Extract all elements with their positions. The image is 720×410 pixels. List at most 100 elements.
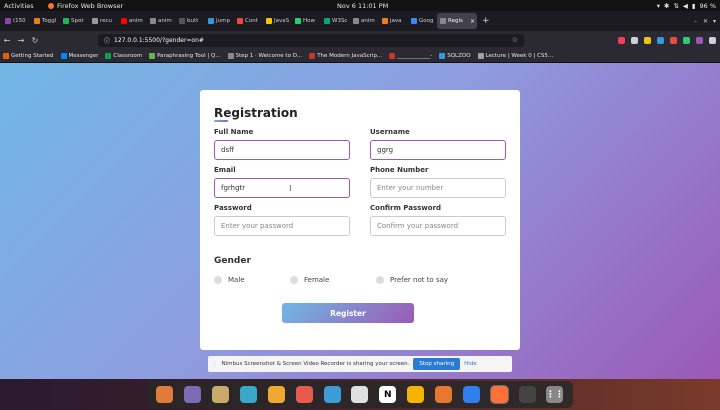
pocket-icon[interactable]: [618, 36, 625, 44]
phone-input[interactable]: Enter your number: [370, 178, 506, 198]
hide-button[interactable]: Hide: [464, 361, 477, 367]
bookmark-label: Paraphrasing Tool | Q...: [157, 52, 221, 59]
screenshot-app-icon[interactable]: [156, 386, 174, 403]
close-tab-icon[interactable]: ×: [470, 18, 475, 25]
bookmark-item[interactable]: ____________-: [389, 52, 432, 59]
firefox-icon: [48, 2, 54, 9]
full-name-input[interactable]: dsff: [214, 140, 350, 160]
chrome-icon[interactable]: [407, 386, 425, 403]
window-controls: – ✕: [694, 18, 708, 25]
browser-tab[interactable]: Toggl: [31, 13, 59, 29]
draw-icon[interactable]: [295, 386, 313, 403]
extension-icon-2[interactable]: [657, 36, 664, 44]
browser-tab[interactable]: Cont: [234, 13, 262, 29]
confirm-password-input[interactable]: Confirm your password: [370, 216, 506, 236]
back-icon[interactable]: ←: [0, 36, 14, 45]
browser-tab[interactable]: anim: [350, 13, 378, 29]
password-input[interactable]: Enter your password: [214, 216, 350, 236]
bookmark-favicon: [105, 52, 112, 59]
email-input[interactable]: fgrhgtr I: [214, 178, 350, 198]
bookmark-label: Step 1 · Welcome to D...: [235, 52, 303, 59]
browser-tab[interactable]: butt: [176, 13, 204, 29]
list-all-tabs-icon[interactable]: ▾: [713, 18, 716, 25]
form-title: Registration: [214, 106, 298, 122]
email-field-group: Email fgrhgtr I: [214, 166, 350, 198]
firefox-icon[interactable]: [489, 385, 509, 404]
help-icon[interactable]: [323, 386, 341, 403]
stop-sharing-button[interactable]: Stop sharing: [413, 358, 461, 370]
drag-handle-icon[interactable]: ⋮: [212, 361, 218, 367]
browser-tab[interactable]: anim: [118, 13, 146, 29]
tab-favicon: [440, 18, 446, 24]
menu-icon[interactable]: [709, 36, 716, 44]
browser-tab[interactable]: (150: [2, 13, 30, 29]
toolbar-extensions: [618, 36, 716, 44]
page-info-icon[interactable]: ⓘ: [104, 36, 110, 45]
system-tray[interactable]: ▾ ✱ ⇅ ◀ ▮ 96 %: [657, 2, 716, 10]
browser-tab[interactable]: java: [379, 13, 407, 29]
url-bar[interactable]: ⓘ 127.0.0.1:5500/?gender=on# ☆: [98, 33, 524, 47]
browser-tab[interactable]: JavaS: [263, 13, 291, 29]
obs-icon[interactable]: [518, 386, 536, 403]
notion-icon[interactable]: N: [379, 386, 397, 403]
extension-icon-3[interactable]: [670, 36, 677, 44]
tab-label: Jump: [216, 18, 230, 24]
password-field-group: Password Enter your password: [214, 204, 350, 236]
browser-tab[interactable]: Jump: [205, 13, 233, 29]
tab-favicon: [208, 18, 214, 24]
bookmark-item[interactable]: Messenger: [60, 52, 98, 59]
bookmark-item[interactable]: Lecture | Week 0 | CS5...: [477, 52, 553, 59]
bookmark-item[interactable]: Getting Started: [3, 52, 54, 59]
gender-male-label: Male: [228, 276, 245, 284]
extension-icon-4[interactable]: [683, 36, 690, 44]
browser-tab-active[interactable]: Regis ×: [437, 13, 477, 29]
activities-button[interactable]: Activities: [4, 2, 34, 10]
gender-prefer-not-label: Prefer not to say: [390, 276, 449, 284]
browser-tab[interactable]: Spot: [60, 13, 88, 29]
gender-options: Male Female Prefer not to say: [214, 276, 448, 284]
tab-label: anim: [158, 18, 172, 24]
app-grid-icon[interactable]: ⋮⋮: [546, 386, 564, 403]
bookmark-item[interactable]: Classroom: [105, 52, 142, 59]
extension-icon-5[interactable]: [696, 36, 703, 44]
files-icon[interactable]: [184, 386, 202, 403]
vscode-icon[interactable]: [462, 386, 480, 403]
gender-male-radio[interactable]: Male: [214, 276, 290, 284]
browser-tab[interactable]: W3Sc: [321, 13, 349, 29]
register-button[interactable]: Register: [282, 303, 414, 323]
bookmark-favicon: [3, 52, 9, 59]
settings-icon[interactable]: [267, 386, 285, 403]
tab-favicon: [237, 18, 243, 24]
bookmark-star-icon[interactable]: ☆: [512, 36, 518, 44]
app-menu[interactable]: Firefox Web Browser: [48, 2, 123, 10]
bookmark-item[interactable]: The Modern JavaScrip...: [309, 52, 382, 59]
full-name-label: Full Name: [214, 128, 254, 136]
inkscape-icon[interactable]: [351, 386, 369, 403]
browser-tab[interactable]: How: [292, 13, 320, 29]
clock[interactable]: Nov 6 11:01 PM: [337, 2, 388, 10]
gender-female-radio[interactable]: Female: [290, 276, 376, 284]
gender-female-label: Female: [304, 276, 330, 284]
downloads-icon[interactable]: [631, 36, 638, 44]
bookmark-item[interactable]: SQLZOO: [439, 52, 471, 59]
volume-icon: ◀: [682, 1, 688, 10]
archive-icon[interactable]: [212, 386, 230, 403]
browser-tab[interactable]: anim: [147, 13, 175, 29]
close-window-icon[interactable]: ✕: [703, 18, 708, 25]
bookmark-label: Getting Started: [11, 52, 54, 59]
minimize-icon[interactable]: –: [694, 18, 697, 25]
gallery-icon[interactable]: [435, 386, 453, 403]
reload-icon[interactable]: ↻: [28, 36, 42, 45]
tab-label: Goog: [419, 18, 434, 24]
forward-icon[interactable]: →: [14, 36, 28, 45]
browser-tab[interactable]: recu: [89, 13, 117, 29]
browser-tab[interactable]: Goog: [408, 13, 436, 29]
gender-prefer-not-radio[interactable]: Prefer not to say: [376, 276, 448, 284]
phone-field-group: Phone Number Enter your number: [370, 166, 506, 198]
bookmark-item[interactable]: Paraphrasing Tool | Q...: [149, 52, 221, 59]
new-tab-button[interactable]: +: [482, 16, 490, 26]
text-editor-icon[interactable]: [240, 386, 257, 403]
username-input[interactable]: ggrg: [370, 140, 506, 160]
bookmark-item[interactable]: Step 1 · Welcome to D...: [227, 52, 303, 59]
extension-icon-1[interactable]: [644, 36, 651, 44]
